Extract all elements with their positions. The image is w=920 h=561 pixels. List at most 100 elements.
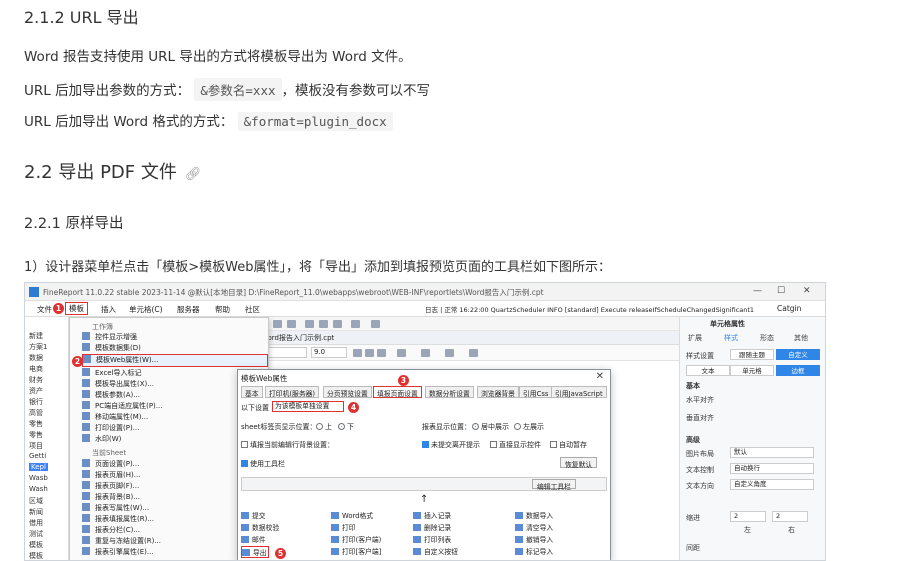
indent-right-input[interactable]: 2 [772,511,808,522]
move-up-arrow-icon[interactable]: ↑ [420,494,428,505]
tree-item[interactable]: 资产 [29,386,43,396]
font-size-select[interactable]: 9.0 [311,347,347,358]
tool-item[interactable]: Word格式 [331,510,373,520]
tool-item[interactable]: 打印(客户端) [331,534,381,544]
tool-item-export[interactable]: 导出 [241,546,269,558]
tool-item[interactable]: 插入记录 [413,510,451,520]
tool-item[interactable]: 撤销导入 [515,534,553,544]
tab-basic[interactable]: 基本 [241,386,263,398]
minimize-icon[interactable]: — [753,286,762,296]
autosave-checkbox[interactable]: 自动暂存 [550,440,587,450]
tab-fill-settings[interactable]: 填报页面设置 [373,386,422,398]
underline-icon[interactable] [377,349,386,357]
tree-item-selected[interactable]: Kepl [29,463,48,471]
style-custom-button[interactable]: 自定义 [776,349,820,360]
preview-icon[interactable] [371,320,380,328]
tree-item[interactable]: 零售 [29,419,43,429]
redo-icon[interactable] [287,320,296,328]
tree-item[interactable]: Getti [29,452,46,460]
report-center-radio[interactable]: 居中展示 [472,422,509,432]
tab-javascript[interactable]: 引用JavaScript [551,386,607,398]
tool-item[interactable]: 删除记录 [413,522,451,532]
tree-item[interactable]: 电商 [29,364,43,374]
tree-item[interactable]: 借用 [29,518,43,528]
bold-icon[interactable] [353,349,362,357]
align-icon[interactable] [397,349,406,357]
tree-item[interactable]: 零售 [29,430,43,440]
subtab-text[interactable]: 文本 [686,365,730,376]
tree-item[interactable]: 新闻 [29,507,43,517]
dialog-close-icon[interactable]: ✕ [596,371,604,382]
restore-default-button[interactable]: 恢复默认 [560,457,598,469]
tab-analysis[interactable]: 数据分析设置 [425,386,474,398]
subtab-border[interactable]: 边框 [776,365,820,376]
menu-item[interactable]: 控件显示增强 [82,332,268,343]
menu-insert[interactable]: 插入 [101,304,116,315]
tree-item[interactable]: 新建 [29,331,43,341]
fill-color-icon[interactable] [445,349,454,357]
tool-item[interactable]: 标记导入 [515,546,553,556]
tab-form[interactable]: 形态 [760,333,774,343]
tree-item[interactable]: Wash [29,485,48,493]
tree-item[interactable]: 测试 [29,529,43,539]
use-toolbar-checkbox[interactable]: 使用工具栏 [241,459,285,469]
edit-toolbar-button[interactable]: 编辑工具栏 [532,479,576,491]
edit-row-bg-checkbox[interactable]: 填报当前编辑行背景设置： [241,440,334,450]
tool-item[interactable]: 邮件 [241,534,266,544]
menu-help[interactable]: 帮助 [215,304,230,315]
tab-css[interactable]: 引用Css [519,386,553,398]
menu-file[interactable]: 文件 [37,304,52,315]
tool-item[interactable]: 数据校验 [241,522,279,532]
setting-select[interactable]: 为该模板单独设置 [272,401,344,412]
format-painter-icon[interactable] [351,320,360,328]
tree-item[interactable]: 区域 [29,496,43,506]
tab-printer[interactable]: 打印机(服务器) [265,386,320,398]
tool-item[interactable]: 清空导入 [515,522,553,532]
text-control-select[interactable]: 自动换行 [730,463,814,474]
tree-item[interactable]: 方案1 [29,342,47,352]
menu-item[interactable]: 模板数据集(D) [82,343,268,354]
close-icon[interactable]: ✕ [803,286,811,296]
subtab-cell[interactable]: 单元格 [730,365,774,376]
tool-item[interactable]: 打印[客户端] [331,546,381,556]
doc-tab[interactable]: Word报告入门示例.cpt [261,333,334,343]
undo-icon[interactable] [273,320,282,328]
menu-community[interactable]: 社区 [245,304,260,315]
copy-icon[interactable] [319,320,328,328]
tab-page-preview[interactable]: 分页预览设置 [323,386,372,398]
tab-expand[interactable]: 扩展 [688,333,702,343]
border-icon[interactable] [421,349,430,357]
tab-other[interactable]: 其他 [794,333,808,343]
tree-item[interactable]: 高管 [29,408,43,418]
sheet-up-radio[interactable]: 上 [316,422,332,432]
tool-item[interactable]: 打印列表 [413,534,451,544]
tree-item[interactable]: 银行 [29,397,43,407]
font-color-icon[interactable] [469,349,478,357]
user-name[interactable]: Catgin [777,304,801,313]
tree-item[interactable]: 财务 [29,375,43,385]
tool-item[interactable]: 数据导入 [515,510,553,520]
tool-item[interactable]: 自定义按钮 [413,546,458,556]
link-icon[interactable]: 🔗︎ [185,167,202,182]
maximize-icon[interactable]: ☐ [777,286,785,296]
cut-icon[interactable] [305,320,314,328]
indent-left-input[interactable]: 2 [730,511,766,522]
paste-icon[interactable] [333,320,342,328]
tree-item[interactable]: 模板 [29,551,43,560]
tree-item[interactable]: 项目 [29,441,43,451]
menu-cell[interactable]: 单元格(C) [129,304,163,315]
italic-icon[interactable] [365,349,374,357]
tab-style[interactable]: 样式 [724,333,738,343]
report-left-radio[interactable]: 左展示 [514,422,544,432]
tree-item[interactable]: 模板 [29,540,43,550]
direct-widget-checkbox[interactable]: 直接显示控件 [490,440,541,450]
style-follow-button[interactable]: 跟随主题 [730,349,774,360]
tool-item[interactable]: 提交 [241,510,266,520]
unsubmitted-tip-checkbox[interactable]: 未提交离开提示 [422,440,480,450]
menu-server[interactable]: 服务器 [177,304,200,315]
menu-template[interactable]: 模板 [65,302,88,315]
sheet-down-radio[interactable]: 下 [338,422,354,432]
tree-item[interactable]: 数据 [29,353,43,363]
menu-item-web-properties[interactable]: 模板Web属性(W)... [82,354,268,367]
tool-item[interactable]: 打印 [331,522,356,532]
